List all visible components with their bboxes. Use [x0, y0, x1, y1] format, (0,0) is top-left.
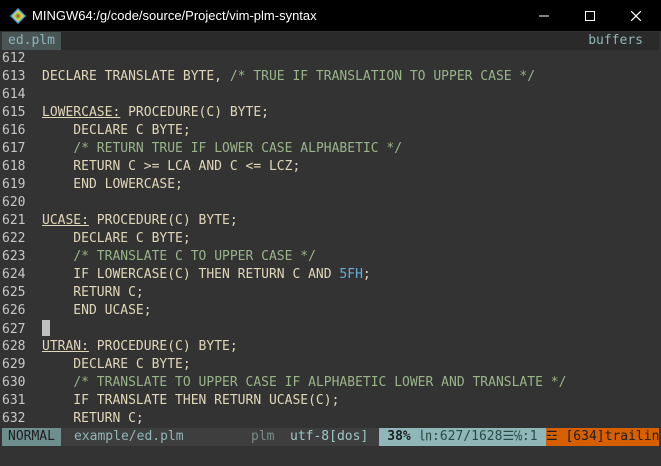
code-line[interactable]: 625 RETURN C; [2, 284, 659, 302]
command-line[interactable] [2, 446, 659, 464]
code-text: RETURN C >= LCA AND C <= LCZ; [42, 159, 301, 174]
code-label: UTRAN: [42, 339, 89, 354]
line-number: 626 [2, 303, 26, 318]
minimize-button[interactable] [521, 0, 567, 31]
code-text: IF LOWERCASE(C) THEN RETURN C AND [42, 267, 340, 282]
code-text: DECLARE TRANSLATE BYTE, [42, 69, 230, 84]
maximize-button[interactable] [567, 0, 613, 31]
code-comment: /* RETURN TRUE IF LOWER CASE ALPHABETIC … [73, 141, 403, 156]
line-number: 615 [2, 105, 26, 120]
code-line[interactable]: 612 [2, 50, 659, 68]
code-text: DECLARE C BYTE; [42, 231, 191, 246]
code-line[interactable]: 617 /* RETURN TRUE IF LOWER CASE ALPHABE… [2, 140, 659, 158]
code-label: UCASE: [42, 213, 89, 228]
code-line[interactable]: 623 /* TRANSLATE C TO UPPER CASE */ [2, 248, 659, 266]
code-line[interactable]: 624 IF LOWERCASE(C) THEN RETURN C AND 5F… [2, 266, 659, 284]
line-number: 621 [2, 213, 26, 228]
line-number: 619 [2, 177, 26, 192]
line-number: 620 [2, 195, 26, 210]
code-comment: /* TRANSLATE TO UPPER CASE IF ALPHABETIC… [73, 375, 567, 390]
line-number: 613 [2, 69, 26, 84]
code-line[interactable]: 632 RETURN C; [2, 410, 659, 428]
code-text: PROCEDURE(C) BYTE; [88, 339, 238, 354]
line-number: 618 [2, 159, 26, 174]
terminal-window: MINGW64:/g/code/source/Project/vim-plm-s… [0, 0, 661, 466]
code-line[interactable]: 622 DECLARE C BYTE; [2, 230, 659, 248]
code-line[interactable]: 618 RETURN C >= LCA AND C <= LCZ; [2, 158, 659, 176]
line-number: 614 [2, 87, 26, 102]
code-text: ; [362, 267, 371, 282]
line-number: 629 [2, 357, 26, 372]
scroll-percent: 38% [379, 428, 419, 446]
line-number: 612 [2, 51, 26, 66]
line-number: 617 [2, 141, 26, 156]
code-text: PROCEDURE(C) BYTE; [88, 213, 238, 228]
line-number: 632 [2, 411, 26, 426]
code-text: RETURN C; [42, 411, 144, 426]
code-line[interactable]: 619 END LOWERCASE; [2, 176, 659, 194]
tab-ed-plm[interactable]: ed.plm [2, 32, 61, 50]
code-text: IF TRANSLATE THEN RETURN UCASE(C); [42, 393, 340, 408]
code-text: PROCEDURE(C) BYTE; [120, 105, 269, 120]
vim-terminal[interactable]: ed.plm buffers 612 613 DECLARE TRANSLATE B… [2, 32, 659, 464]
code-label: LOWERCASE: [42, 105, 121, 120]
vim-statusline: NORMAL example/ed.plm plm utf-8[dos] 38%… [2, 428, 659, 446]
line-number: 622 [2, 231, 26, 246]
line-number: 628 [2, 339, 26, 354]
code-line[interactable]: 615 LOWERCASE: PROCEDURE(C) BYTE; [2, 104, 659, 122]
code-comment: /* TRUE IF TRANSLATION TO UPPER CASE */ [229, 69, 536, 84]
file-path: example/ed.plm [74, 429, 184, 444]
line-number: 624 [2, 267, 26, 282]
code-line[interactable]: 614 [2, 86, 659, 104]
code-line[interactable]: 620 [2, 194, 659, 212]
filetype: plm [251, 429, 275, 444]
code-number: 5FH [339, 267, 363, 282]
code-comment: /* TRANSLATE C TO UPPER CASE */ [73, 249, 316, 264]
code-text: RETURN C; [42, 285, 144, 300]
code-line[interactable]: 631 IF TRANSLATE THEN RETURN UCASE(C); [2, 392, 659, 410]
line-number: 630 [2, 375, 26, 390]
code-text: END UCASE; [42, 303, 152, 318]
mode-indicator: NORMAL [2, 428, 61, 446]
file-encoding: utf-8[dos] [290, 429, 369, 444]
buffers-label: buffers [588, 33, 643, 48]
code-line[interactable]: 630 /* TRANSLATE TO UPPER CASE IF ALPHAB… [2, 374, 659, 392]
code-line[interactable]: 613 DECLARE TRANSLATE BYTE, /* TRUE IF TR… [2, 68, 659, 86]
line-number: 627 [2, 322, 26, 337]
cursor-position: ㏑:627/1628☰℅:1 [419, 428, 546, 446]
line-number: 616 [2, 123, 26, 138]
trailing-whitespace-warning: ☲ [634]trailing [546, 428, 659, 446]
title-bar[interactable]: MINGW64:/g/code/source/Project/vim-plm-s… [0, 0, 661, 31]
code-line[interactable]: 616 DECLARE C BYTE; [2, 122, 659, 140]
close-icon [631, 10, 641, 21]
line-number: 625 [2, 285, 26, 300]
code-line[interactable]: 628 UTRAN: PROCEDURE(C) BYTE; [2, 338, 659, 356]
line-number: 631 [2, 393, 26, 408]
code-text: DECLARE C BYTE; [42, 357, 191, 372]
window-title: MINGW64:/g/code/source/Project/vim-plm-s… [32, 8, 317, 23]
vim-tabline: ed.plm buffers [2, 32, 659, 50]
code-text: DECLARE C BYTE; [42, 123, 191, 138]
maximize-icon [585, 10, 595, 21]
code-line[interactable]: 626 END UCASE; [2, 302, 659, 320]
code-line[interactable]: 629 DECLARE C BYTE; [2, 356, 659, 374]
code-text: END LOWERCASE; [42, 177, 183, 192]
code-line[interactable]: 627 [2, 320, 659, 338]
line-number: 623 [2, 249, 26, 264]
code-line[interactable]: 621 UCASE: PROCEDURE(C) BYTE; [2, 212, 659, 230]
mingw-diamond-icon[interactable] [10, 8, 26, 24]
close-button[interactable] [613, 0, 659, 31]
code-buffer[interactable]: 612 613 DECLARE TRANSLATE BYTE, /* TRUE IF… [2, 50, 659, 428]
text-cursor [42, 320, 50, 336]
minimize-icon [539, 15, 549, 16]
